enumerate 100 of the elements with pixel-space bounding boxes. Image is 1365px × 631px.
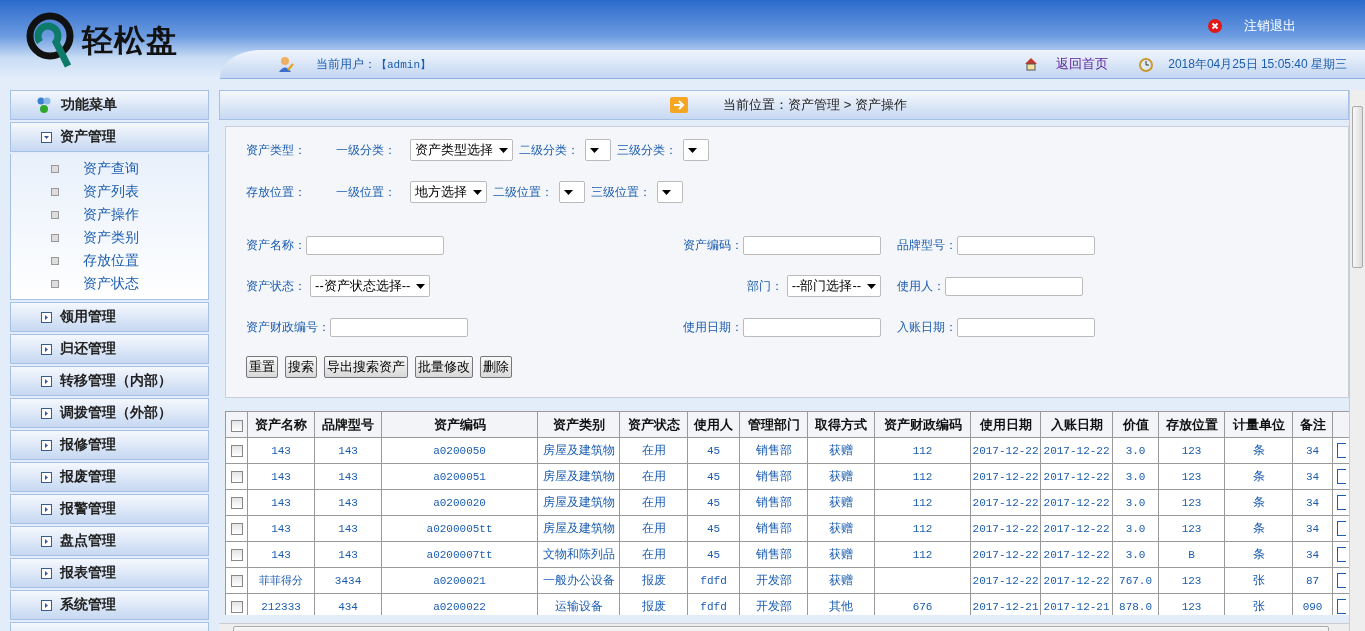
checkbox[interactable] xyxy=(230,419,243,432)
home-icon[interactable] xyxy=(1024,57,1039,71)
table-cell: 143 xyxy=(247,541,315,568)
menu-group[interactable]: 盘点管理 xyxy=(10,526,210,556)
table-cell: 报废 xyxy=(619,567,688,594)
table-cell: 45 xyxy=(687,489,740,516)
table-cell: 条 xyxy=(1224,541,1293,568)
table-cell: 2017-12-22 xyxy=(970,567,1041,594)
menu-group[interactable]: 报表管理 xyxy=(10,558,210,588)
table-cell: 开发部 xyxy=(739,567,808,594)
menu-group[interactable]: 调拨管理（外部） xyxy=(10,398,210,428)
checkbox[interactable] xyxy=(230,575,243,588)
checkbox[interactable] xyxy=(230,445,243,458)
menu-item[interactable]: 资产状态 xyxy=(83,274,139,293)
menu-group[interactable]: 归还管理 xyxy=(10,334,210,364)
table-cell: 45 xyxy=(687,515,740,542)
bullet-icon xyxy=(51,187,59,196)
table-cell: 销售部 xyxy=(739,489,808,516)
menu-group[interactable]: 转移管理（内部） xyxy=(10,366,210,396)
input-field[interactable] xyxy=(743,317,882,337)
menu-group[interactable]: 系统管理 xyxy=(10,590,210,620)
table-cell: 获赠 xyxy=(807,437,875,464)
checkbox[interactable] xyxy=(230,523,243,536)
menu-group[interactable]: 资产管理 xyxy=(10,122,210,152)
datetime-text: 2018年04月25日 15:05:40 星期三 xyxy=(1168,55,1347,73)
menu-item[interactable]: 资产查询 xyxy=(83,159,139,178)
table-cell: 房屋及建筑物 xyxy=(537,437,620,464)
dropdown[interactable] xyxy=(559,181,586,203)
menu-item[interactable]: 资产操作 xyxy=(83,205,139,224)
menu-item[interactable]: 资产列表 xyxy=(83,182,139,201)
table-cell: 在用 xyxy=(619,541,688,568)
action-button[interactable]: 批量修改 xyxy=(415,356,474,378)
dropdown[interactable]: --部门选择-- xyxy=(786,275,882,297)
menu-item[interactable]: 资产类别 xyxy=(83,228,139,247)
table-cell: 房屋及建筑物 xyxy=(537,489,620,516)
field-label: 使用人： xyxy=(897,277,946,295)
menu-group[interactable]: 报废管理 xyxy=(10,462,210,492)
table-cell: 张 xyxy=(1224,567,1293,594)
table-cell: 获赠 xyxy=(807,541,875,568)
dropdown[interactable] xyxy=(657,181,684,203)
column-header: 备注 xyxy=(1292,411,1333,438)
table-cell: 销售部 xyxy=(739,541,808,568)
bracket-icon xyxy=(1337,521,1347,537)
caret-icon xyxy=(564,189,574,195)
vertical-scrollbar[interactable] xyxy=(1349,90,1365,631)
menu-group[interactable]: 领用管理 xyxy=(10,302,210,332)
table-cell: 34 xyxy=(1292,515,1333,542)
table-cell: 112 xyxy=(874,489,971,516)
table-cell: B xyxy=(1158,541,1225,568)
table-cell: 在用 xyxy=(619,515,688,542)
field-label: 资产编码： xyxy=(683,236,744,254)
dropdown[interactable]: 地方选择 xyxy=(410,181,488,203)
dropdown[interactable] xyxy=(683,139,710,161)
caret-icon xyxy=(688,147,698,153)
dropdown[interactable]: 资产类型选择 xyxy=(410,139,514,161)
dropdown[interactable] xyxy=(585,139,612,161)
table-cell: 143 xyxy=(314,463,382,490)
column-header: 取得方式 xyxy=(807,411,875,438)
bracket-icon xyxy=(1337,573,1347,589)
dropdown[interactable]: --资产状态选择-- xyxy=(310,275,431,297)
column-header: 资产类别 xyxy=(537,411,620,438)
table-cell: 2017-12-22 xyxy=(970,463,1041,490)
home-link[interactable]: 返回首页 xyxy=(1056,55,1109,73)
table-cell: 2017-12-22 xyxy=(970,515,1041,542)
bracket-icon xyxy=(1337,547,1347,563)
bullet-icon xyxy=(51,233,59,242)
menu-group[interactable]: 报修管理 xyxy=(10,430,210,460)
input-field[interactable] xyxy=(330,317,469,337)
menu-item[interactable]: 存放位置 xyxy=(83,251,139,270)
table-cell: 2017-12-22 xyxy=(1040,437,1113,464)
table-cell: 45 xyxy=(687,541,740,568)
checkbox[interactable] xyxy=(230,601,243,614)
column-header: 管理部门 xyxy=(739,411,808,438)
bracket-icon xyxy=(1337,443,1347,459)
input-field[interactable] xyxy=(945,276,1084,296)
input-field[interactable] xyxy=(957,235,1096,255)
table-cell: 获赠 xyxy=(807,489,875,516)
input-field[interactable] xyxy=(743,235,882,255)
column-header: 入账日期 xyxy=(1040,411,1113,438)
table-cell: 条 xyxy=(1224,515,1293,542)
action-button[interactable]: 删除 xyxy=(480,356,513,378)
input-field[interactable] xyxy=(306,235,445,255)
close-icon[interactable] xyxy=(1208,19,1222,33)
checkbox[interactable] xyxy=(230,549,243,562)
action-button[interactable]: 导出搜索资产 xyxy=(324,356,409,378)
table-cell: 34 xyxy=(1292,489,1333,516)
table-cell: 112 xyxy=(874,437,971,464)
table-cell: a0200051 xyxy=(381,463,538,490)
menu-title: 功能菜单 xyxy=(61,96,117,114)
checkbox[interactable] xyxy=(230,497,243,510)
table-cell: 获赠 xyxy=(807,515,875,542)
action-button[interactable]: 搜索 xyxy=(285,356,318,378)
caret-icon xyxy=(473,189,483,195)
menu-group[interactable]: 报警管理 xyxy=(10,494,210,524)
checkbox[interactable] xyxy=(230,471,243,484)
alarm-clock-icon xyxy=(1138,56,1155,72)
input-field[interactable] xyxy=(957,317,1096,337)
table-cell: 123 xyxy=(1158,489,1225,516)
action-button[interactable]: 重置 xyxy=(246,356,279,378)
bullet-icon xyxy=(51,210,59,219)
